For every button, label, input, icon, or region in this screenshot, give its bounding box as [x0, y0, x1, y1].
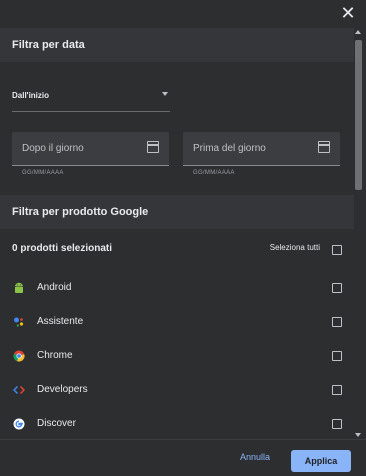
scrollbar-thumb[interactable]: [355, 40, 362, 190]
product-checkbox[interactable]: [332, 317, 342, 327]
product-checkbox[interactable]: [332, 385, 342, 395]
select-all-label[interactable]: Seleziona tutti: [270, 243, 320, 252]
product-row-discover[interactable]: Discover: [0, 407, 354, 439]
calendar-icon[interactable]: [147, 141, 159, 153]
after-date-field[interactable]: Dopo il giorno: [12, 132, 169, 166]
product-checkbox[interactable]: [332, 419, 342, 429]
after-date-label: Dopo il giorno: [22, 143, 84, 154]
cancel-button[interactable]: Annulla: [240, 452, 270, 462]
product-selection-summary: 0 prodotti selezionati Seleziona tutti: [0, 229, 354, 271]
filter-content[interactable]: Filtra per data Dall'inizio Dopo il gior…: [0, 28, 354, 439]
scroll-down-icon[interactable]: [355, 433, 361, 437]
select-all-checkbox[interactable]: [332, 245, 342, 255]
product-label: Chrome: [37, 350, 73, 361]
before-date-label: Prima del giorno: [193, 143, 266, 154]
product-row-android[interactable]: Android: [0, 271, 354, 305]
dialog-topbar: ✕: [0, 0, 366, 28]
product-checkbox[interactable]: [332, 351, 342, 361]
product-row-developers[interactable]: Developers: [0, 373, 354, 407]
after-date-hint: GG/MM/AAAA: [22, 170, 64, 176]
calendar-icon[interactable]: [318, 141, 330, 153]
chrome-icon: [13, 350, 25, 362]
before-date-group: Prima del giorno GG/MM/AAAA: [183, 132, 340, 176]
date-range-select[interactable]: Dall'inizio: [12, 76, 170, 112]
product-label: Android: [37, 282, 72, 293]
product-checkbox[interactable]: [332, 283, 342, 293]
scroll-up-icon[interactable]: [355, 30, 361, 34]
date-range-select-value: Dall'inizio: [12, 91, 50, 100]
dialog-footer: Annulla Applica: [0, 439, 366, 476]
before-date-field[interactable]: Prima del giorno: [183, 132, 340, 166]
developers-icon: [13, 385, 25, 395]
product-filter-header: Filtra per prodotto Google: [0, 195, 354, 229]
selected-count: 0 prodotti selezionati: [12, 243, 113, 254]
product-label: Discover: [37, 418, 76, 429]
chevron-down-icon: [162, 92, 168, 96]
product-label: Assistente: [37, 316, 84, 327]
apply-button[interactable]: Applica: [291, 450, 351, 472]
date-fields: Dopo il giorno GG/MM/AAAA Prima del gior…: [12, 132, 354, 176]
close-icon[interactable]: ✕: [339, 4, 357, 22]
product-label: Developers: [37, 384, 88, 395]
after-date-group: Dopo il giorno GG/MM/AAAA: [12, 132, 169, 176]
scrollbar[interactable]: [354, 28, 363, 439]
android-icon: [15, 282, 23, 293]
discover-icon: [13, 418, 25, 430]
product-row-assistente[interactable]: Assistente: [0, 305, 354, 339]
before-date-hint: GG/MM/AAAA: [193, 170, 235, 176]
assistant-icon: [14, 317, 24, 327]
product-row-chrome[interactable]: Chrome: [0, 339, 354, 373]
date-filter-header: Filtra per data: [0, 28, 354, 62]
